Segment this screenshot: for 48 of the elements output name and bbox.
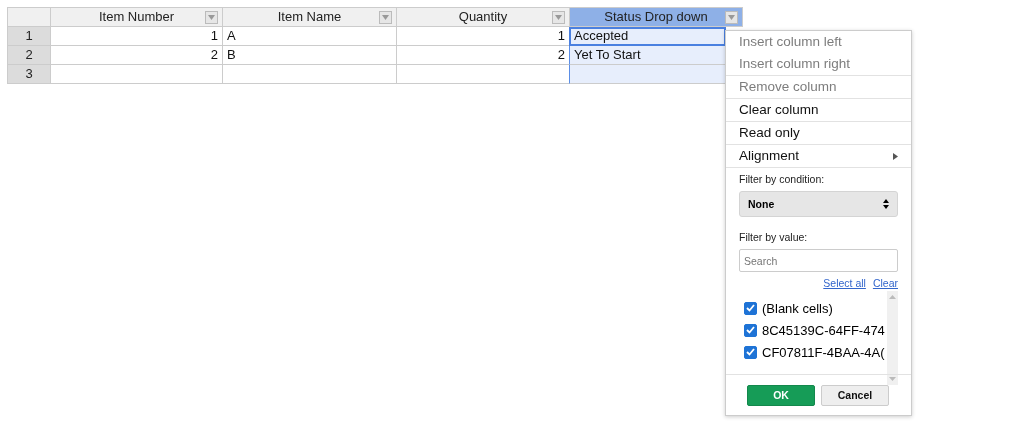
caret-icon [382,15,389,20]
search-field[interactable]: Search [739,249,898,272]
column-title: Item Number [98,8,175,26]
condition-select[interactable]: None [739,191,898,217]
menu-item[interactable]: Clear column [726,98,911,121]
value-label: 8C45139C-64FF-474 [762,322,885,338]
row-header[interactable]: 2 [8,46,51,65]
table-cell: Accepted [569,27,726,46]
row-header[interactable]: 3 [8,65,51,84]
sort-arrows-icon [883,199,889,209]
select-all-corner[interactable] [8,8,51,27]
filter-dropdown-button[interactable] [725,11,738,24]
checkbox[interactable] [744,301,757,315]
scroll-up-icon[interactable] [889,295,896,299]
clear-link[interactable]: Clear [872,277,898,289]
column-header[interactable]: Status Drop down [570,8,743,27]
table-cell: 2 [51,46,223,65]
value-label: (Blank cells) [762,300,833,316]
table-cell: 1 [51,27,223,46]
scrollbar[interactable] [887,291,898,385]
row-header[interactable]: 1 [8,27,51,46]
value-label: CF07811F-4BAA-4A( [762,344,885,360]
caret-icon [555,15,562,20]
table-cell: B [223,46,397,65]
column-header[interactable]: Quantity [397,8,570,27]
caret-icon [208,15,215,20]
submenu-arrow-icon [893,152,898,160]
menu-item[interactable]: Read only [726,121,911,144]
select-all-link[interactable]: Select all [823,277,866,289]
column-title: Status Drop down [604,8,708,26]
column-title: Quantity [458,8,508,26]
caret-icon [728,15,735,20]
column-title: Item Name [277,8,342,26]
filter-label: Filter by value: [739,231,809,243]
ok-button[interactable]: OK [747,384,815,406]
checkbox[interactable] [744,345,757,359]
menu-item[interactable]: Alignment [726,144,911,167]
table-cell: A [223,27,397,46]
column-header[interactable]: Item Name [223,8,397,27]
filter-dropdown-button[interactable] [379,11,392,24]
checkbox[interactable] [744,323,757,337]
column-header[interactable]: Item Number [51,8,223,27]
cancel-button[interactable]: Cancel [821,384,889,406]
filter-dropdown-button[interactable] [552,11,565,24]
table-cell: Yet To Start [569,46,726,65]
filter-label: Filter by condition: [739,173,826,185]
filter-dropdown-button[interactable] [205,11,218,24]
scroll-down-icon[interactable] [889,377,896,381]
